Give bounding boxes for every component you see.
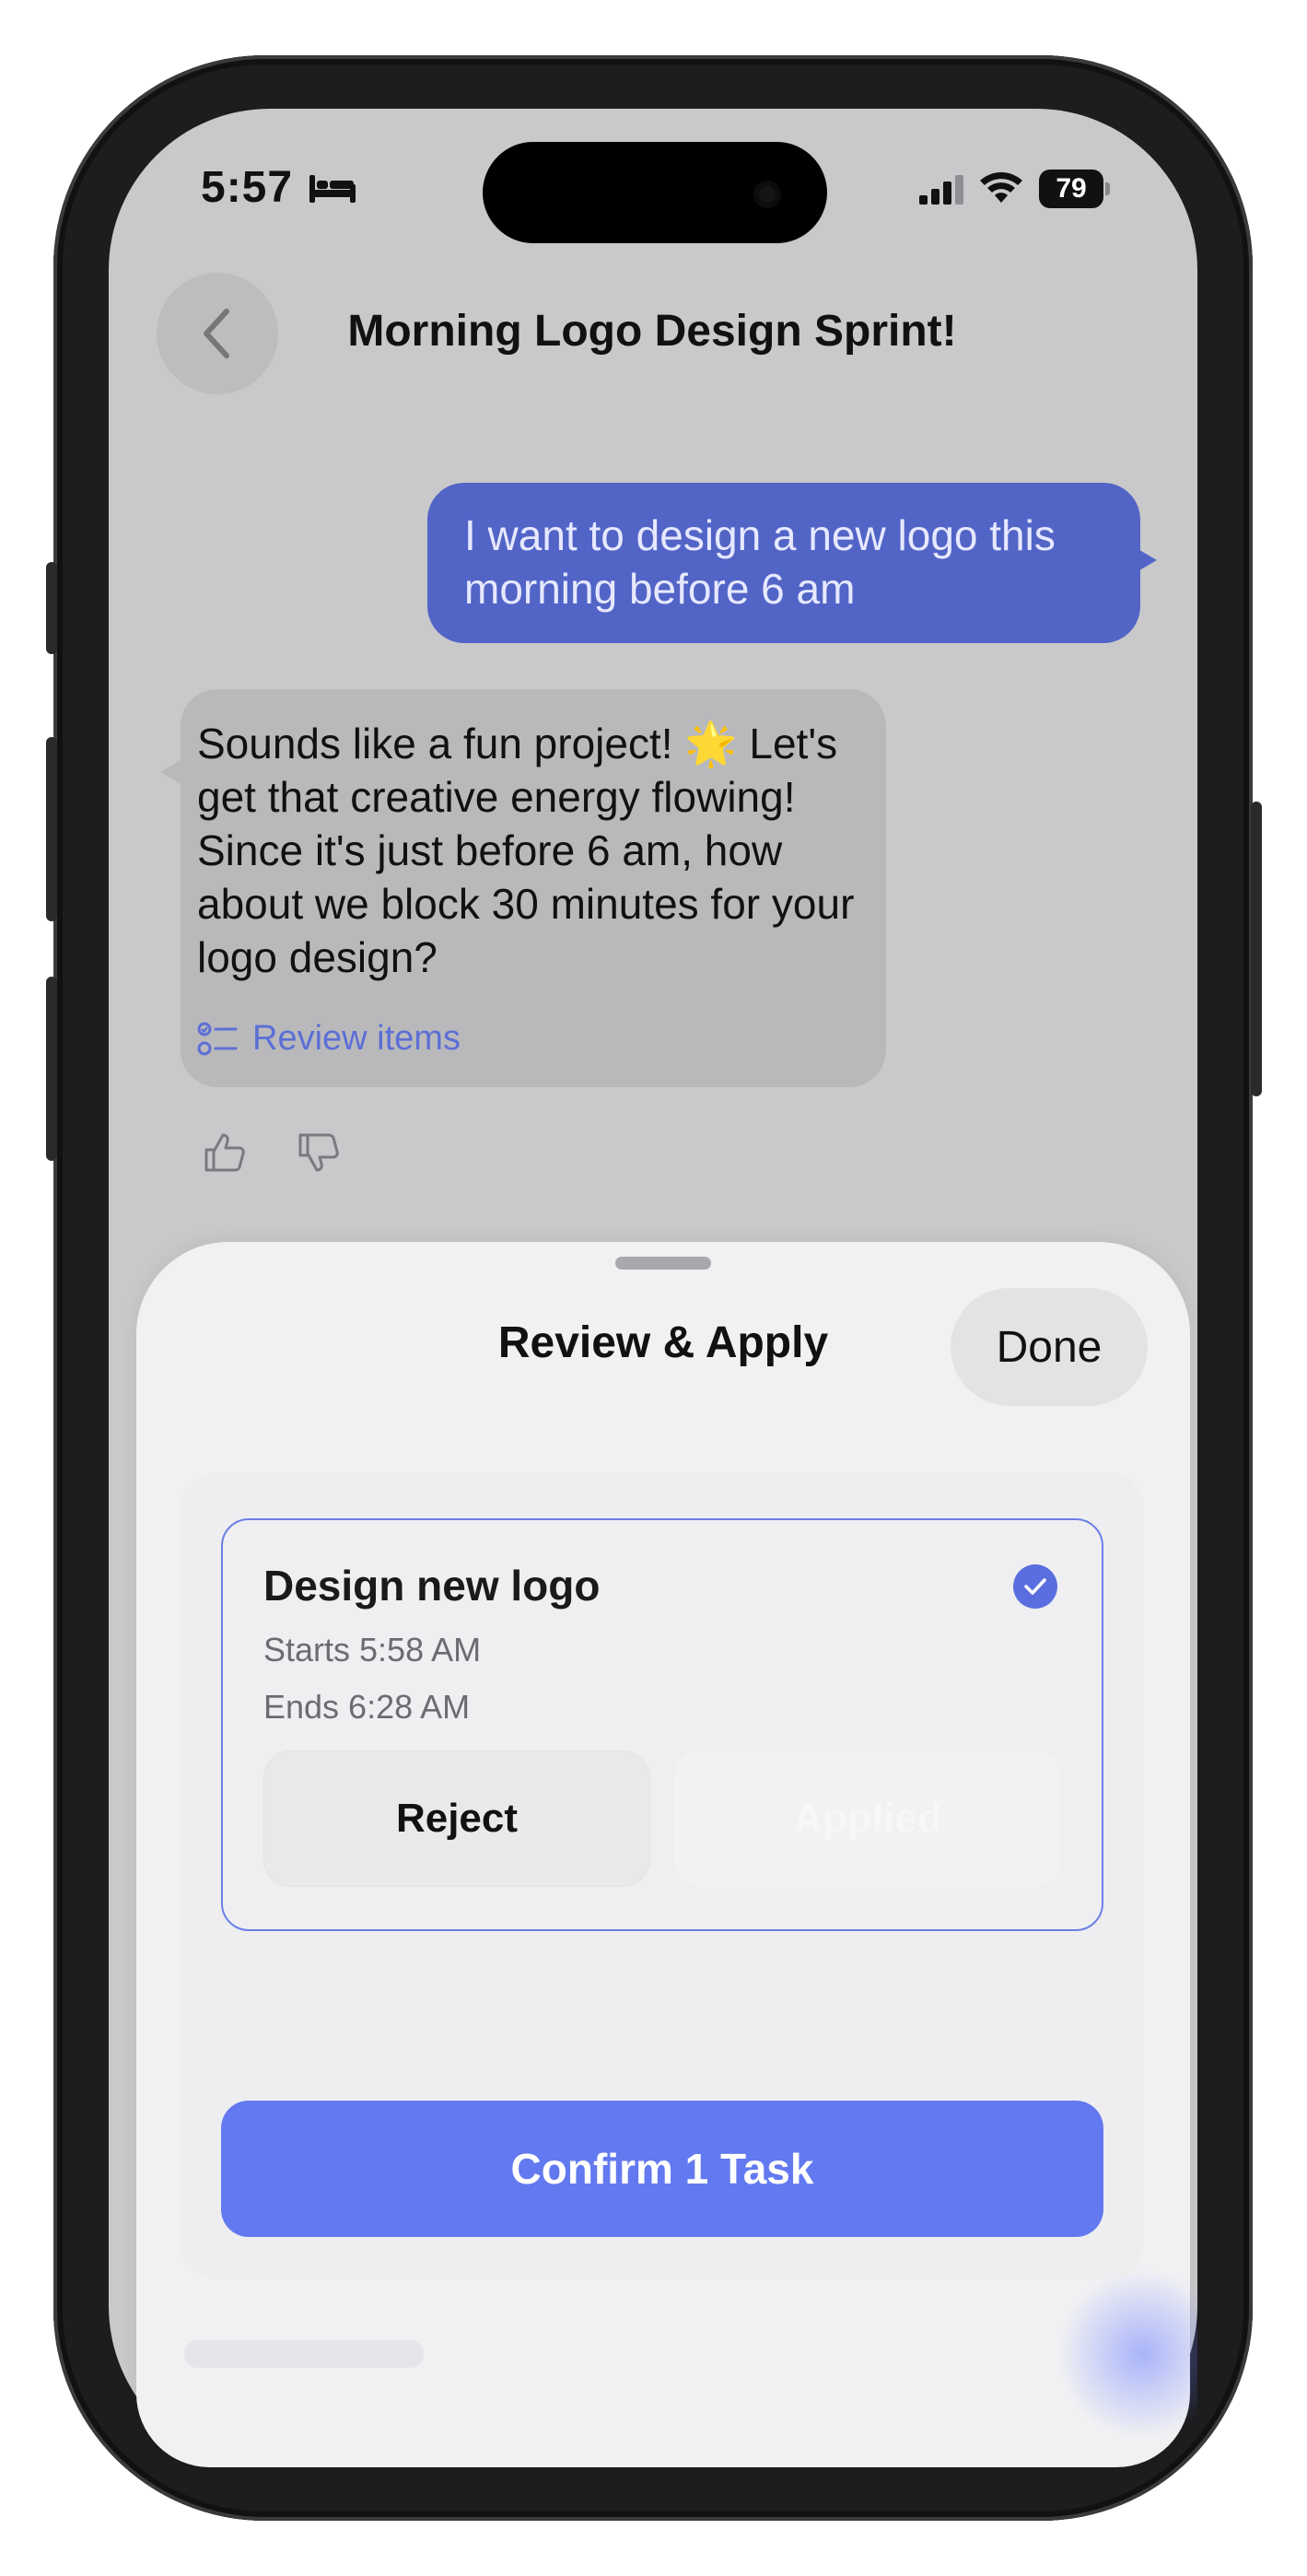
sheet-title: Review & Apply	[497, 1318, 829, 1367]
bot-bubble-tail	[160, 759, 182, 785]
bot-message-bubble: Sounds like a fun project! 🌟 Let's get t…	[181, 689, 886, 1087]
battery-tip	[1105, 182, 1110, 195]
user-bubble-tail	[1135, 547, 1157, 573]
reject-button[interactable]: Reject	[263, 1751, 650, 1887]
bed-icon	[309, 175, 356, 203]
review-items-label: Review items	[252, 1019, 461, 1058]
check-glyph	[1024, 1578, 1046, 1595]
done-button[interactable]: Done	[951, 1288, 1148, 1406]
page-title: Morning Logo Design Sprint!	[347, 307, 957, 356]
battery-level: 79	[1039, 170, 1103, 208]
checkmark-icon[interactable]	[1013, 1564, 1057, 1609]
task-end-time: Ends 6:28 AM	[263, 1688, 471, 1726]
cellular-signal-icon	[919, 175, 963, 205]
back-button[interactable]	[157, 273, 278, 394]
power-button	[1251, 802, 1262, 1096]
wifi-icon	[980, 172, 1022, 203]
action-button	[46, 562, 57, 654]
confirm-task-button[interactable]: Confirm 1 Task	[221, 2101, 1103, 2237]
chevron-left-icon	[204, 309, 229, 358]
status-time: 5:57	[201, 163, 294, 212]
assistant-glow	[1059, 2266, 1197, 2441]
task-start-time: Starts 5:58 AM	[263, 1631, 482, 1669]
battery-indicator: 79	[1039, 170, 1111, 208]
user-message-bubble: I want to design a new logo this morning…	[427, 483, 1140, 643]
volume-down-button	[46, 977, 57, 1161]
bot-message-text: Sounds like a fun project! 🌟 Let's get t…	[197, 720, 855, 981]
thumbs-up-icon[interactable]	[201, 1130, 247, 1176]
sheet-grabber[interactable]	[615, 1257, 711, 1270]
volume-up-button	[46, 737, 57, 921]
camera-icon	[753, 181, 781, 208]
thumbs-down-icon[interactable]	[295, 1130, 341, 1176]
review-items-link[interactable]: Review items	[197, 1019, 461, 1059]
task-title: Design new logo	[263, 1562, 601, 1610]
home-indicator-area	[184, 2340, 424, 2368]
checklist-icon	[197, 1022, 238, 1055]
applied-button[interactable]: Applied	[674, 1751, 1061, 1887]
